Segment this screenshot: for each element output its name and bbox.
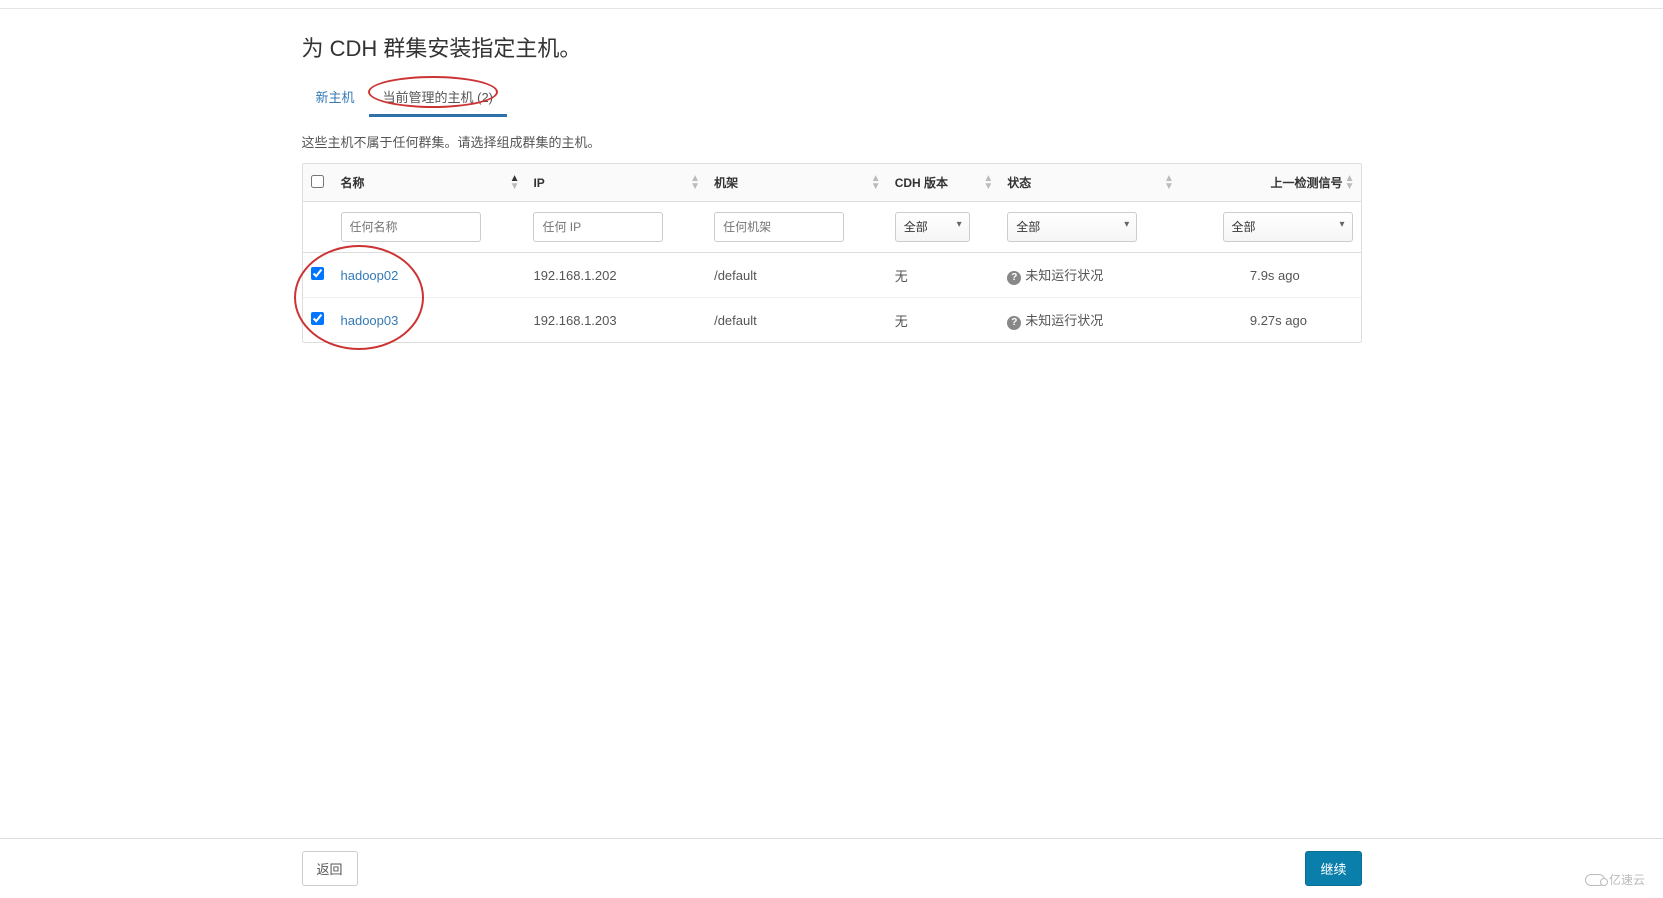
filter-rack-input[interactable] (714, 212, 844, 242)
sort-icon: ▲▼ (690, 175, 700, 191)
cell-version: 无 (887, 298, 1000, 342)
filter-status-select[interactable]: 全部 (1007, 212, 1137, 242)
host-link[interactable]: hadoop03 (341, 313, 399, 328)
filter-signal-select[interactable]: 全部 (1223, 212, 1353, 242)
back-button[interactable]: 返回 (302, 851, 358, 886)
filter-ip-input[interactable] (533, 212, 663, 242)
sort-icon: ▲▼ (871, 175, 881, 191)
footer: 返回 继续 (0, 838, 1663, 898)
table-row: hadoop02 192.168.1.202 /default 无 ?未知运行状… (303, 253, 1361, 298)
question-icon: ? (1007, 316, 1021, 330)
question-icon: ? (1007, 271, 1021, 285)
col-last-signal[interactable]: 上一检测信号▲▼ (1180, 164, 1361, 202)
table-row: hadoop03 192.168.1.203 /default 无 ?未知运行状… (303, 298, 1361, 342)
col-check-all[interactable] (303, 164, 333, 202)
cell-last-signal: 7.9s ago (1180, 253, 1361, 298)
cell-rack: /default (706, 298, 887, 342)
tab-new-hosts[interactable]: 新主机 (302, 79, 369, 117)
page-subtitle: 这些主机不属于任何群集。请选择组成群集的主机。 (302, 132, 1362, 151)
filter-name-input[interactable] (341, 212, 481, 242)
host-link[interactable]: hadoop02 (341, 268, 399, 283)
col-cdh-version[interactable]: CDH 版本▲▼ (887, 164, 1000, 202)
filter-row: 全部 全部 全部 (303, 202, 1361, 253)
cell-ip: 192.168.1.202 (525, 253, 706, 298)
check-all-checkbox[interactable] (311, 175, 324, 188)
cell-version: 无 (887, 253, 1000, 298)
tabs: 新主机 当前管理的主机 (2) (302, 79, 1362, 118)
watermark-text: 亿速云 (1609, 871, 1645, 888)
col-name[interactable]: 名称▲▼ (333, 164, 526, 202)
cell-rack: /default (706, 253, 887, 298)
page-title: 为 CDH 群集安装指定主机。 (302, 31, 1362, 63)
sort-icon: ▲▼ (1164, 175, 1174, 191)
continue-button[interactable]: 继续 (1305, 851, 1361, 886)
watermark-logo-icon (1585, 874, 1605, 886)
cell-ip: 192.168.1.203 (525, 298, 706, 342)
sort-icon: ▲▼ (510, 175, 520, 191)
cell-status: ?未知运行状况 (999, 298, 1180, 342)
cell-status: ?未知运行状况 (999, 253, 1180, 298)
tab-managed-hosts[interactable]: 当前管理的主机 (2) (369, 79, 508, 117)
row-checkbox[interactable] (311, 312, 324, 325)
cell-last-signal: 9.27s ago (1180, 298, 1361, 342)
col-ip[interactable]: IP▲▼ (525, 164, 706, 202)
sort-icon: ▲▼ (983, 175, 993, 191)
hosts-table: 名称▲▼ IP▲▼ 机架▲▼ CDH 版本▲▼ 状态▲▼ 上一检测信号▲▼ 全部… (302, 163, 1362, 343)
col-rack[interactable]: 机架▲▼ (706, 164, 887, 202)
watermark: 亿速云 (1585, 871, 1645, 888)
filter-version-select[interactable]: 全部 (895, 212, 970, 242)
col-status[interactable]: 状态▲▼ (999, 164, 1180, 202)
row-checkbox[interactable] (311, 267, 324, 280)
sort-icon: ▲▼ (1345, 175, 1355, 191)
